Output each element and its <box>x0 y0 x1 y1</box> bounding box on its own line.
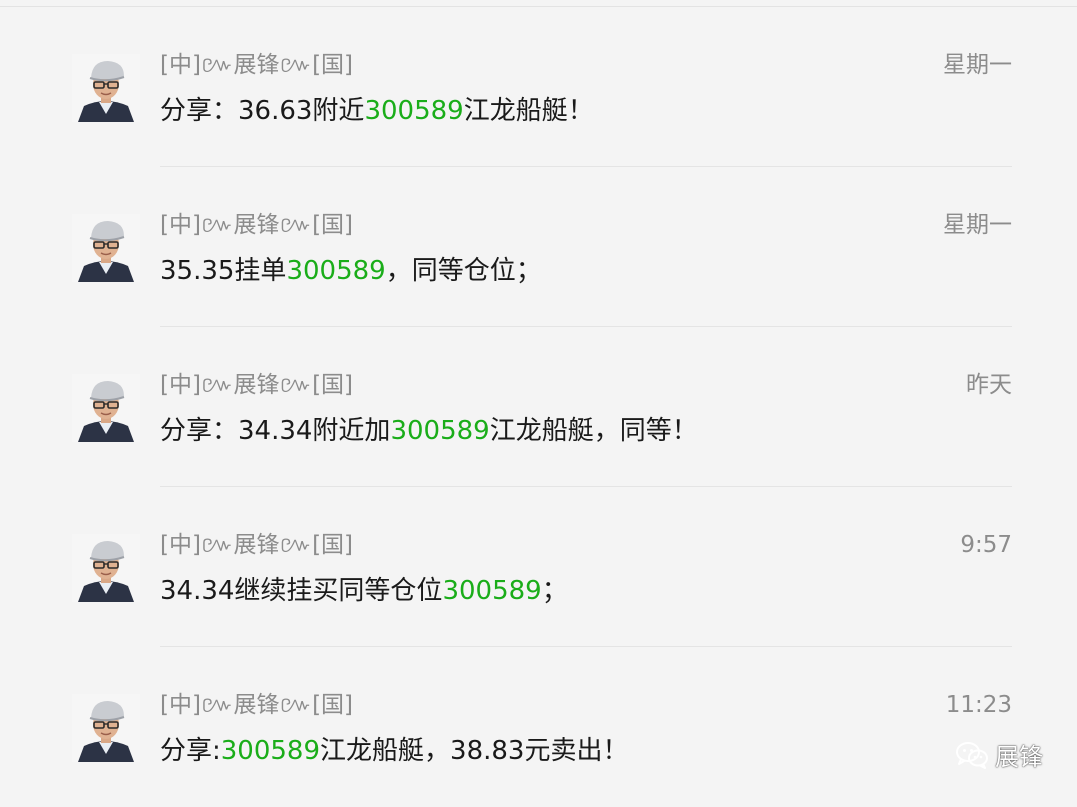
sender-name: [中]៚展锋៚[国] <box>160 372 354 398</box>
sender-name: [中]៚展锋៚[国] <box>160 532 354 558</box>
message-text-part: 分享：36.63附近 <box>160 96 365 126</box>
avatar[interactable] <box>72 534 140 602</box>
watermark: 展锋 <box>955 737 1043 772</box>
message-text-part: 分享：34.34附近加 <box>160 416 391 446</box>
avatar[interactable] <box>72 54 140 122</box>
message-time: 星期一 <box>943 52 1012 78</box>
stock-code: 300589 <box>286 256 386 286</box>
message-item[interactable]: [中]៚展锋៚[国] 11:23 分享:300589江龙船艇，38.83元卖出！ <box>0 647 1077 807</box>
message-item[interactable]: [中]៚展锋៚[国] 星期一分享：36.63附近300589江龙船艇！ <box>0 7 1077 167</box>
message-text-part: 分享: <box>160 736 221 766</box>
stock-code: 300589 <box>220 736 321 766</box>
stock-code: 300589 <box>364 96 464 126</box>
watermark-label: 展锋 <box>995 743 1043 771</box>
stock-code: 300589 <box>442 576 542 606</box>
message-time: 星期一 <box>943 212 1012 238</box>
message-text: 分享：34.34附近加300589江龙船艇，同等！ <box>160 413 698 449</box>
message-text-part: 江龙船艇，同等！ <box>489 416 698 446</box>
message-text: 分享：36.63附近300589江龙船艇！ <box>160 93 594 129</box>
message-text: 34.34继续挂买同等仓位300589； <box>160 573 568 609</box>
message-time: 9:57 <box>960 532 1012 558</box>
message-text-part: 江龙船艇，38.83元卖出！ <box>320 736 629 766</box>
sender-name: [中]៚展锋៚[国] <box>160 212 354 238</box>
message-item[interactable]: [中]៚展锋៚[国] 星期一 35.35挂单300589，同等仓位； <box>0 167 1077 327</box>
stock-code: 300589 <box>390 416 490 446</box>
message-text-part: 34.34继续挂买同等仓位 <box>160 576 443 606</box>
sender-name: [中]៚展锋៚[国] <box>160 692 354 718</box>
sender-name: [中]៚展锋៚[国] <box>160 52 354 78</box>
message-item[interactable]: [中]៚展锋៚[国] 昨天分享：34.34附近加300589江龙船艇，同等！ <box>0 327 1077 487</box>
message-text-part: 江龙船艇！ <box>463 96 594 126</box>
message-item[interactable]: [中]៚展锋៚[国] 9:57 34.34继续挂买同等仓位300589； <box>0 487 1077 647</box>
message-text-part: ； <box>541 576 568 606</box>
message-text-part: ，同等仓位； <box>385 256 542 286</box>
avatar[interactable] <box>72 374 140 442</box>
message-text-part: 35.35挂单 <box>160 256 287 286</box>
avatar[interactable] <box>72 694 140 762</box>
avatar[interactable] <box>72 214 140 282</box>
message-time: 昨天 <box>966 372 1012 398</box>
message-text: 35.35挂单300589，同等仓位； <box>160 253 542 289</box>
message-time: 11:23 <box>945 692 1012 718</box>
message-text: 分享:300589江龙船艇，38.83元卖出！ <box>160 733 628 769</box>
wechat-icon <box>955 741 989 769</box>
